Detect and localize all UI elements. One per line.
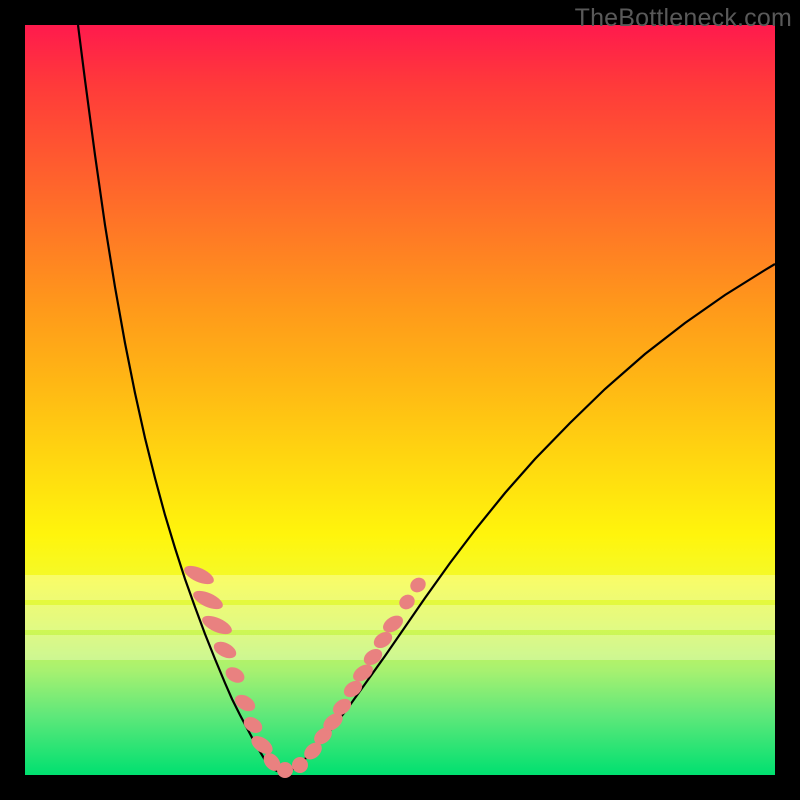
data-marker xyxy=(241,714,265,736)
data-marker xyxy=(277,762,293,778)
chart-svg xyxy=(25,25,775,775)
data-marker xyxy=(407,575,428,595)
data-marker xyxy=(292,757,308,773)
curve-right xyxy=(305,264,775,759)
markers-left xyxy=(182,562,308,778)
curve-left xyxy=(78,25,265,760)
chart-stage: TheBottleneck.com xyxy=(0,0,800,800)
markers-right xyxy=(301,575,429,763)
data-marker xyxy=(396,592,417,612)
watermark-text: TheBottleneck.com xyxy=(575,4,792,33)
data-marker xyxy=(232,691,258,714)
data-marker xyxy=(223,664,247,686)
